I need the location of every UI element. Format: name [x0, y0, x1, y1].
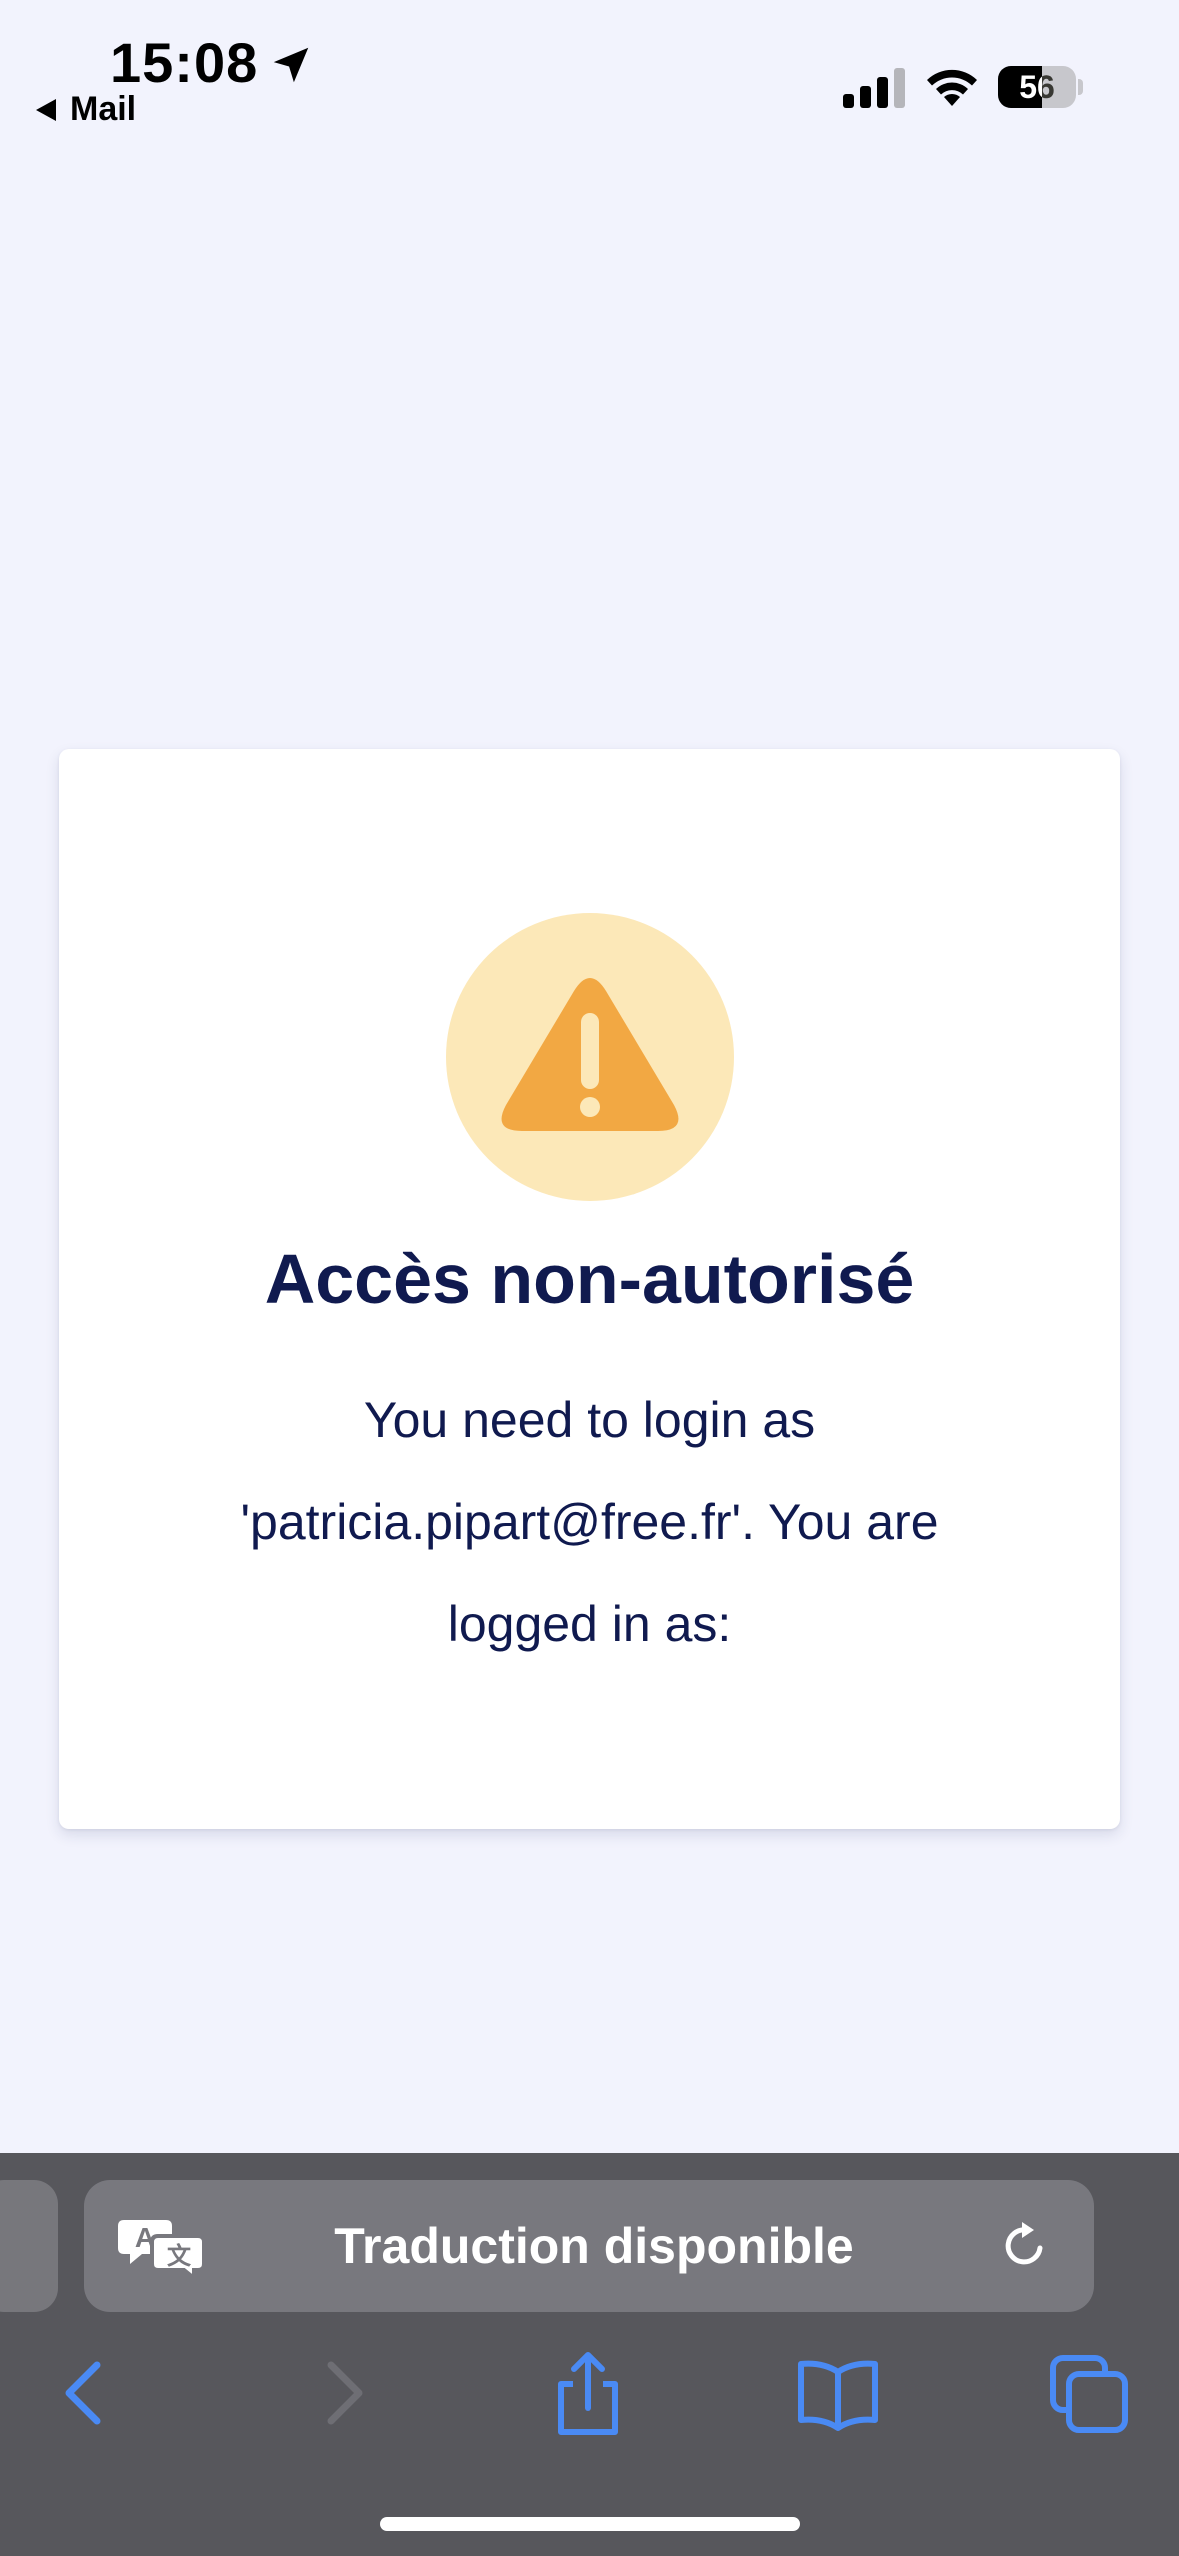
wifi-icon	[927, 69, 977, 106]
warning-badge	[446, 913, 734, 1201]
browser-toolbar: A 文 Traduction disponible	[0, 2153, 1179, 2556]
share-icon[interactable]	[543, 2348, 633, 2438]
bookmarks-icon[interactable]	[793, 2348, 883, 2438]
back-icon[interactable]	[42, 2348, 132, 2438]
forward-icon[interactable]	[296, 2348, 386, 2438]
translation-available-label[interactable]: Traduction disponible	[204, 2180, 984, 2312]
svg-text:文: 文	[167, 2242, 192, 2270]
location-arrow-icon	[273, 47, 309, 83]
page-title: Accès non-autorisé	[264, 1240, 915, 1318]
warning-triangle-icon	[501, 978, 679, 1131]
reload-icon[interactable]	[996, 2218, 1052, 2274]
error-message: You need to login as 'patricia.pipart@fr…	[240, 1392, 939, 1652]
battery-cap	[1078, 79, 1083, 95]
unauthorized-card: Accès non-autorisé You need to login as …	[59, 749, 1120, 1829]
battery-indicator: 56	[998, 66, 1083, 108]
cellular-signal-icon	[843, 68, 905, 108]
translate-icon[interactable]: A 文	[118, 2216, 204, 2278]
home-indicator[interactable]	[380, 2517, 800, 2531]
back-triangle-icon	[36, 98, 56, 121]
status-bar: 15:08 Mail 56	[0, 0, 1179, 140]
previous-tab-peek[interactable]	[0, 2180, 58, 2312]
address-bar[interactable]: A 文 Traduction disponible	[84, 2180, 1094, 2312]
tabs-icon[interactable]	[1043, 2348, 1133, 2438]
back-app-label: Mail	[70, 90, 137, 128]
status-time: 15:08	[110, 31, 259, 94]
battery-percent: 56	[1019, 69, 1055, 105]
back-to-mail-button[interactable]: Mail	[36, 90, 136, 129]
